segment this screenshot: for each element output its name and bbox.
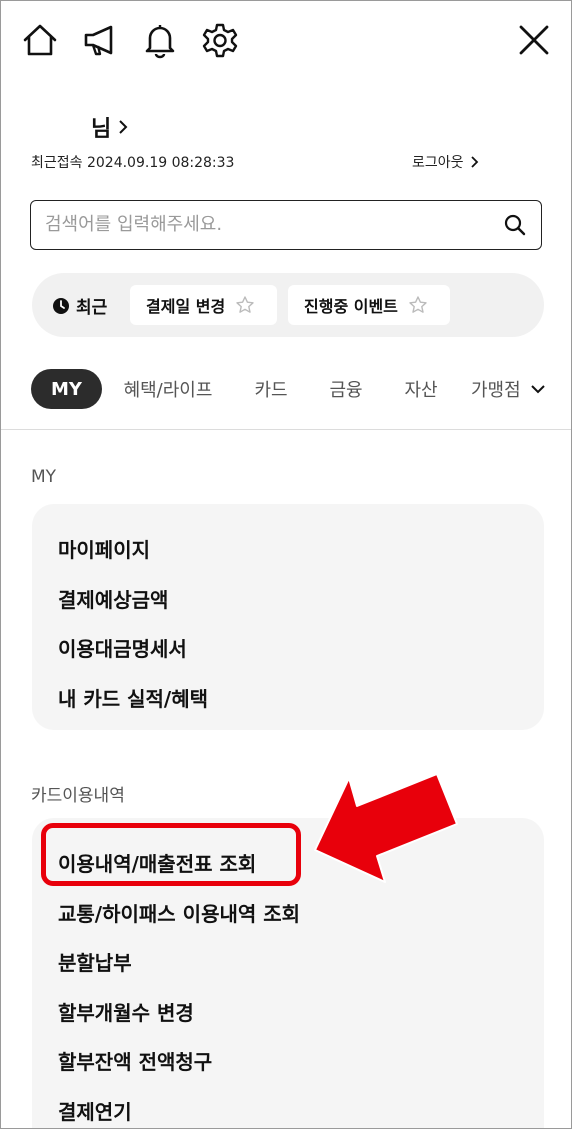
- home-icon[interactable]: [21, 21, 59, 59]
- star-icon[interactable]: [235, 295, 255, 315]
- recent-menus-bar: 최근 결제일 변경 진행중 이벤트: [32, 273, 544, 337]
- menu-item[interactable]: 할부개월수 변경: [58, 997, 194, 1026]
- tab-my[interactable]: MY: [31, 369, 102, 409]
- recent-chip-label: 진행중 이벤트: [304, 297, 398, 316]
- top-icon-bar: [1, 1, 571, 81]
- tab-merchant[interactable]: 가맹점: [471, 369, 531, 409]
- star-icon[interactable]: [408, 295, 428, 315]
- menu-item[interactable]: 교통/하이패스 이용내역 조회: [58, 898, 300, 927]
- highlight-box: [41, 823, 301, 886]
- gear-icon[interactable]: [201, 21, 239, 59]
- bell-icon[interactable]: [141, 21, 179, 59]
- chevron-down-icon[interactable]: [529, 379, 547, 399]
- search-box: [30, 200, 542, 250]
- menu-item[interactable]: 결제예상금액: [58, 584, 168, 613]
- search-input[interactable]: [45, 201, 485, 248]
- megaphone-icon[interactable]: [81, 21, 119, 59]
- clock-icon: [53, 297, 69, 314]
- menu-item[interactable]: 마이페이지: [58, 534, 150, 563]
- divider: [1, 429, 571, 430]
- recent-chip-label: 결제일 변경: [146, 297, 226, 316]
- recent-chip[interactable]: 결제일 변경: [130, 285, 277, 325]
- tab-assets[interactable]: 자산: [395, 369, 447, 409]
- last-login-time: 최근접속 2024.09.19 08:28:33: [31, 155, 235, 171]
- recent-chip[interactable]: 진행중 이벤트: [288, 285, 450, 325]
- section-title-card-usage: 카드이용내역: [31, 786, 125, 806]
- close-icon[interactable]: [515, 21, 553, 59]
- chevron-right-icon: [119, 120, 128, 134]
- search-icon[interactable]: [503, 213, 527, 237]
- red-arrow-icon: [314, 773, 458, 883]
- logout-label: 로그아웃: [412, 155, 464, 171]
- menu-panel: 님 최근접속 2024.09.19 08:28:33 로그아웃 최근 결제일 변…: [0, 0, 572, 1129]
- section-title-my: MY: [31, 467, 57, 487]
- menu-item[interactable]: 내 카드 실적/혜택: [58, 683, 208, 712]
- recent-label-text: 최근: [76, 298, 108, 318]
- section-card-my: 마이페이지 결제예상금액 이용대금명세서 내 카드 실적/혜택: [32, 504, 544, 730]
- user-name-suffix: 님: [91, 117, 112, 142]
- category-tabs: MY 혜택/라이프 카드 금융 자산 가맹점: [1, 361, 571, 417]
- tab-benefit-life[interactable]: 혜택/라이프: [119, 369, 217, 409]
- recent-label: 최근: [52, 293, 107, 318]
- user-name-link[interactable]: 님: [91, 111, 129, 143]
- chevron-right-icon: [470, 156, 478, 168]
- tab-card[interactable]: 카드: [245, 369, 297, 409]
- menu-item[interactable]: 이용대금명세서: [58, 633, 187, 662]
- tab-finance[interactable]: 금융: [320, 369, 372, 409]
- menu-item[interactable]: 할부잔액 전액청구: [58, 1046, 212, 1075]
- logout-button[interactable]: 로그아웃: [412, 152, 480, 172]
- menu-item[interactable]: 분할납부: [58, 947, 132, 976]
- menu-item[interactable]: 결제연기: [58, 1096, 132, 1125]
